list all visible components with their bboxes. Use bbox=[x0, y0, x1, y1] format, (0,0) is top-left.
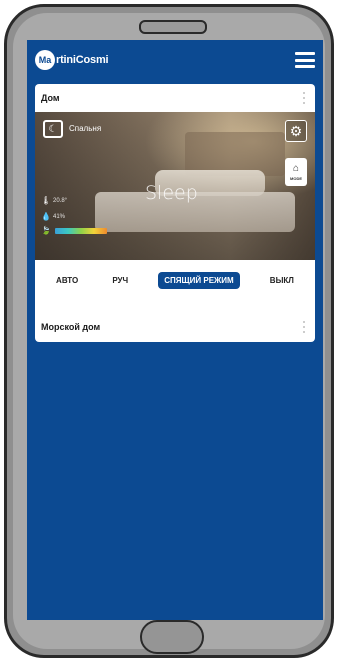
house-card[interactable]: Морской дом bbox=[35, 312, 315, 342]
room-sleep-icon: ☾ bbox=[43, 120, 63, 138]
app-screen: Ma rtiniCosmi Дом ☾ Спальня ⚙ ⌂ MODE Sle… bbox=[27, 40, 323, 620]
mode-selector: АВТО РУЧ СПЯЩИЙ РЕЖИМ ВЫКЛ bbox=[35, 260, 315, 300]
kebab-dot bbox=[303, 321, 305, 323]
thermometer-icon: 🌡 bbox=[41, 196, 52, 205]
house-title: Дом bbox=[41, 93, 60, 103]
mode-tab-auto[interactable]: АВТО bbox=[52, 272, 82, 289]
mode-tab-sleep[interactable]: СПЯЩИЙ РЕЖИМ bbox=[158, 271, 240, 289]
kebab-menu-icon[interactable] bbox=[299, 321, 309, 333]
kebab-dot bbox=[303, 92, 305, 94]
humidity-value: 41% bbox=[53, 213, 66, 220]
house-card-header[interactable]: Морской дом bbox=[35, 312, 315, 342]
kebab-menu-icon[interactable] bbox=[299, 92, 309, 104]
mode-tab-off[interactable]: ВЫКЛ bbox=[266, 272, 298, 289]
mode-tab-manual[interactable]: РУЧ bbox=[108, 272, 132, 289]
eco-level-bar bbox=[55, 227, 107, 234]
brand-logo: Ma rtiniCosmi bbox=[35, 50, 109, 70]
humidity-readout: 💧 41% bbox=[41, 212, 65, 221]
menu-line bbox=[295, 65, 315, 68]
mode-button[interactable]: ⌂ MODE bbox=[285, 158, 307, 186]
logo-text: rtiniCosmi bbox=[56, 54, 109, 66]
temperature-readout: 🌡 20.8° bbox=[41, 196, 67, 205]
leaf-icon: 🍃 bbox=[41, 226, 51, 235]
menu-line bbox=[295, 58, 315, 62]
house-title: Морской дом bbox=[41, 322, 101, 332]
kebab-dot bbox=[303, 331, 305, 333]
temperature-value: 20.8° bbox=[53, 197, 68, 204]
water-drop-icon: 💧 bbox=[41, 212, 51, 221]
house-mode-icon: ⌂ bbox=[292, 162, 300, 174]
logo-badge: Ma bbox=[35, 50, 55, 70]
eco-indicator: 🍃 bbox=[41, 226, 107, 235]
kebab-dot bbox=[303, 102, 305, 104]
menu-line bbox=[295, 52, 315, 55]
house-card-header[interactable]: Дом bbox=[35, 84, 315, 112]
kebab-dot bbox=[303, 97, 305, 99]
app-header: Ma rtiniCosmi bbox=[27, 40, 323, 82]
house-card: Дом ☾ Спальня ⚙ ⌂ MODE Sleep 🌡 20.8° 💧 4… bbox=[35, 84, 315, 340]
room-name: Спальня bbox=[69, 124, 102, 133]
kebab-dot bbox=[303, 326, 305, 328]
hamburger-menu-icon[interactable] bbox=[295, 52, 315, 68]
gear-icon[interactable]: ⚙ bbox=[285, 120, 307, 142]
current-mode-label: Sleep bbox=[145, 182, 198, 204]
phone-home-button[interactable] bbox=[140, 620, 204, 654]
phone-speaker bbox=[139, 20, 207, 34]
room-tile[interactable]: ☾ Спальня ⚙ ⌂ MODE Sleep 🌡 20.8° 💧 41% 🍃 bbox=[35, 112, 315, 260]
mode-button-label: MODE bbox=[290, 175, 302, 181]
